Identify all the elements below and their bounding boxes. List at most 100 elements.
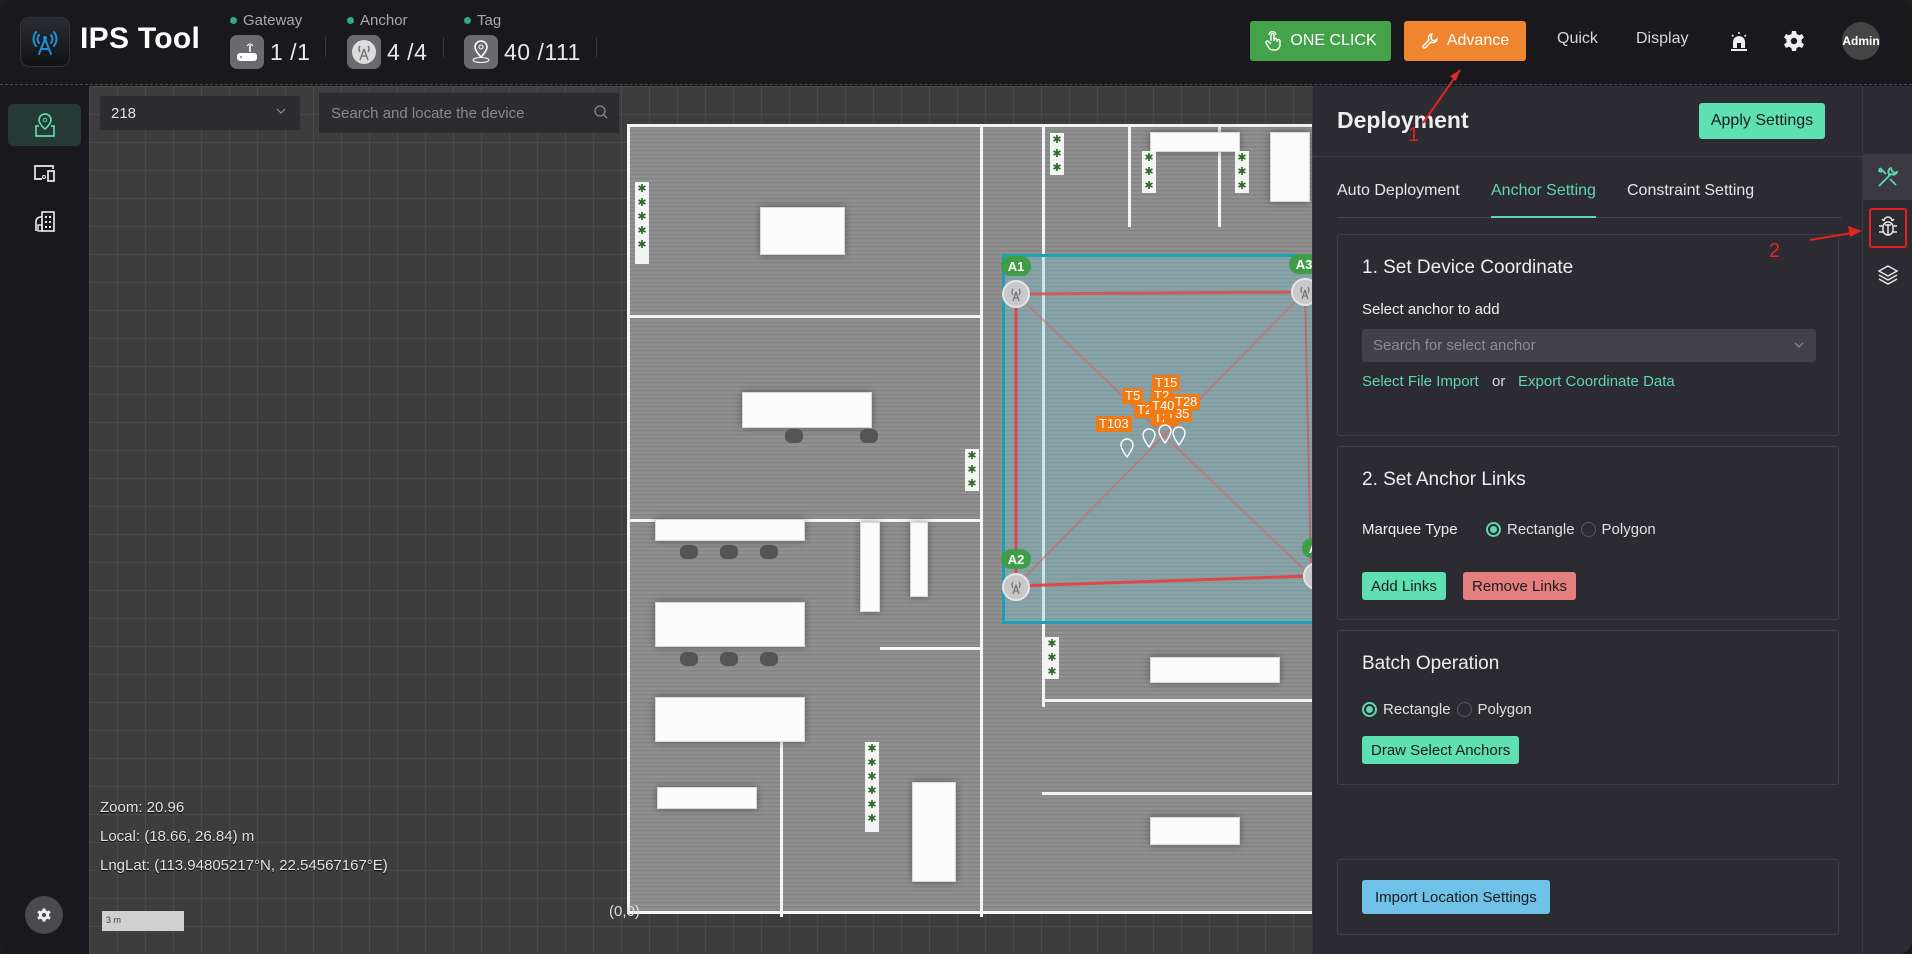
tag-pin-icon[interactable] [1171,426,1187,448]
gateway-router-icon [230,35,264,69]
anchor-label: Anchor [360,12,408,29]
radio-polygon[interactable] [1580,522,1596,537]
section-title: 2. Set Anchor Links [1362,469,1526,490]
remove-links-button[interactable]: Remove Links [1463,572,1577,600]
alarm-siren-icon[interactable] [1726,28,1752,54]
sidebar-item-buildings[interactable] [8,200,81,242]
table [742,392,872,428]
wall [880,647,980,650]
floor-select[interactable]: 218 [100,96,300,130]
wall [1042,699,1312,702]
import-location-card: Import Location Settings [1337,859,1839,935]
tag-location-pin-icon [464,35,498,69]
device-search-input[interactable] [331,104,581,122]
radio-rectangle-label[interactable]: Rectangle [1507,521,1575,538]
app-logo [20,17,70,67]
anchor-badge-a1: A1 [1001,256,1031,276]
strip-layers-button[interactable] [1863,252,1912,298]
anchor-badge-a2: A2 [1001,549,1031,569]
chevron-down-icon [276,108,286,114]
table [1270,132,1310,202]
anchor-select-placeholder: Search for select anchor [1373,337,1536,354]
panel-title: Deployment [1337,107,1469,133]
one-click-label: ONE CLICK [1290,32,1377,49]
add-links-button[interactable]: Add Links [1362,572,1446,600]
anchor-a2[interactable] [1002,573,1030,601]
wall [980,127,983,917]
tag-label[interactable]: T40 [1149,398,1178,414]
one-click-button[interactable]: ONE CLICK [1250,21,1391,61]
origin-label: (0,0) [609,903,640,920]
gateway-stat: Gateway 1 /1 [230,12,310,69]
settings-gear-icon [37,908,51,922]
table [760,207,845,255]
tag-pin-icon[interactable] [1141,428,1157,450]
apply-settings-button[interactable]: Apply Settings [1699,103,1825,139]
user-avatar[interactable]: Admin [1842,22,1880,60]
zoom-readout: Zoom: 20.96 [100,799,185,816]
panel-tabs: Auto Deployment Anchor Setting Constrain… [1337,182,1841,218]
desk-cluster [655,602,805,647]
strip-tools-button[interactable] [1863,154,1912,200]
section-title: 1. Set Device Coordinate [1362,257,1574,278]
gateway-count: 1 /1 [270,38,311,65]
anchor-tower-icon [1011,288,1021,302]
marquee-type-radio-group: Rectangle Polygon [1486,521,1656,538]
plant-row: ✱ ✱ ✱ [1142,151,1156,193]
or-text: or [1492,373,1506,390]
display-link[interactable]: Display [1636,30,1688,48]
sidebar-item-map[interactable] [8,104,81,146]
radio-rectangle[interactable] [1362,702,1377,717]
radio-polygon-label[interactable]: Polygon [1602,521,1656,538]
sidebar-settings-button[interactable] [25,896,63,934]
import-location-settings-button[interactable]: Import Location Settings [1362,880,1550,914]
wall [1042,792,1312,795]
table [1150,817,1240,845]
antenna-tower-icon [32,31,58,55]
advance-button[interactable]: Advance [1404,21,1526,61]
wall [780,732,783,917]
hand-pointer-icon [1265,31,1282,51]
settings-gear-icon[interactable] [1781,28,1807,54]
tag-pin-icon[interactable] [1119,438,1135,460]
tab-anchor-setting[interactable]: Anchor Setting [1491,182,1596,218]
divider [1313,156,1863,157]
section-title: Batch Operation [1362,653,1500,674]
search-icon [594,105,608,119]
anchor-select[interactable]: Search for select anchor [1362,329,1816,362]
tag-label[interactable]: T103 [1096,416,1132,432]
anchor-a1[interactable] [1002,280,1030,308]
map-canvas[interactable]: 218 Search and locate the device ✱ ✱ ✱ ✱… [89,86,1312,954]
radio-rectangle-label[interactable]: Rectangle [1383,701,1451,718]
radio-polygon[interactable] [1456,702,1472,717]
quick-link[interactable]: Quick [1557,30,1598,48]
export-coordinate-data-link[interactable]: Export Coordinate Data [1518,373,1675,390]
device-search[interactable] [319,93,619,133]
anchor-tower-icon [1011,581,1021,595]
status-dot [464,17,471,24]
tab-constraint-setting[interactable]: Constraint Setting [1627,182,1754,218]
desk-row [655,519,805,541]
layers-icon [1877,265,1899,285]
anchor-badge-a3: A3 [1289,254,1312,274]
sidebar-item-devices[interactable] [8,152,81,194]
select-file-import-link[interactable]: Select File Import [1362,373,1479,390]
radio-rectangle[interactable] [1486,522,1501,537]
plant-row: ✱ ✱ ✱ [1235,151,1249,193]
chair [785,429,803,443]
tab-auto-deployment[interactable]: Auto Deployment [1337,182,1460,218]
app-title: IPS Tool [80,22,201,55]
anchor-a3[interactable] [1291,278,1312,306]
gateway-label: Gateway [243,12,303,29]
shelf [1150,132,1240,152]
strip-debug-button[interactable] [1863,204,1912,250]
radio-polygon-label[interactable]: Polygon [1478,701,1532,718]
chair [720,652,738,666]
plant-row: ✱ ✱ ✱ [965,449,979,491]
draw-select-anchors-button[interactable]: Draw Select Anchors [1362,736,1520,764]
cabinet [910,522,928,597]
plant-row: ✱ ✱ ✱ [1050,133,1064,175]
chair [680,652,698,666]
top-header: IPS Tool Gateway 1 /1 Anchor 4 /4 Tag 40… [0,0,1912,85]
chevron-down-icon [1794,342,1804,348]
